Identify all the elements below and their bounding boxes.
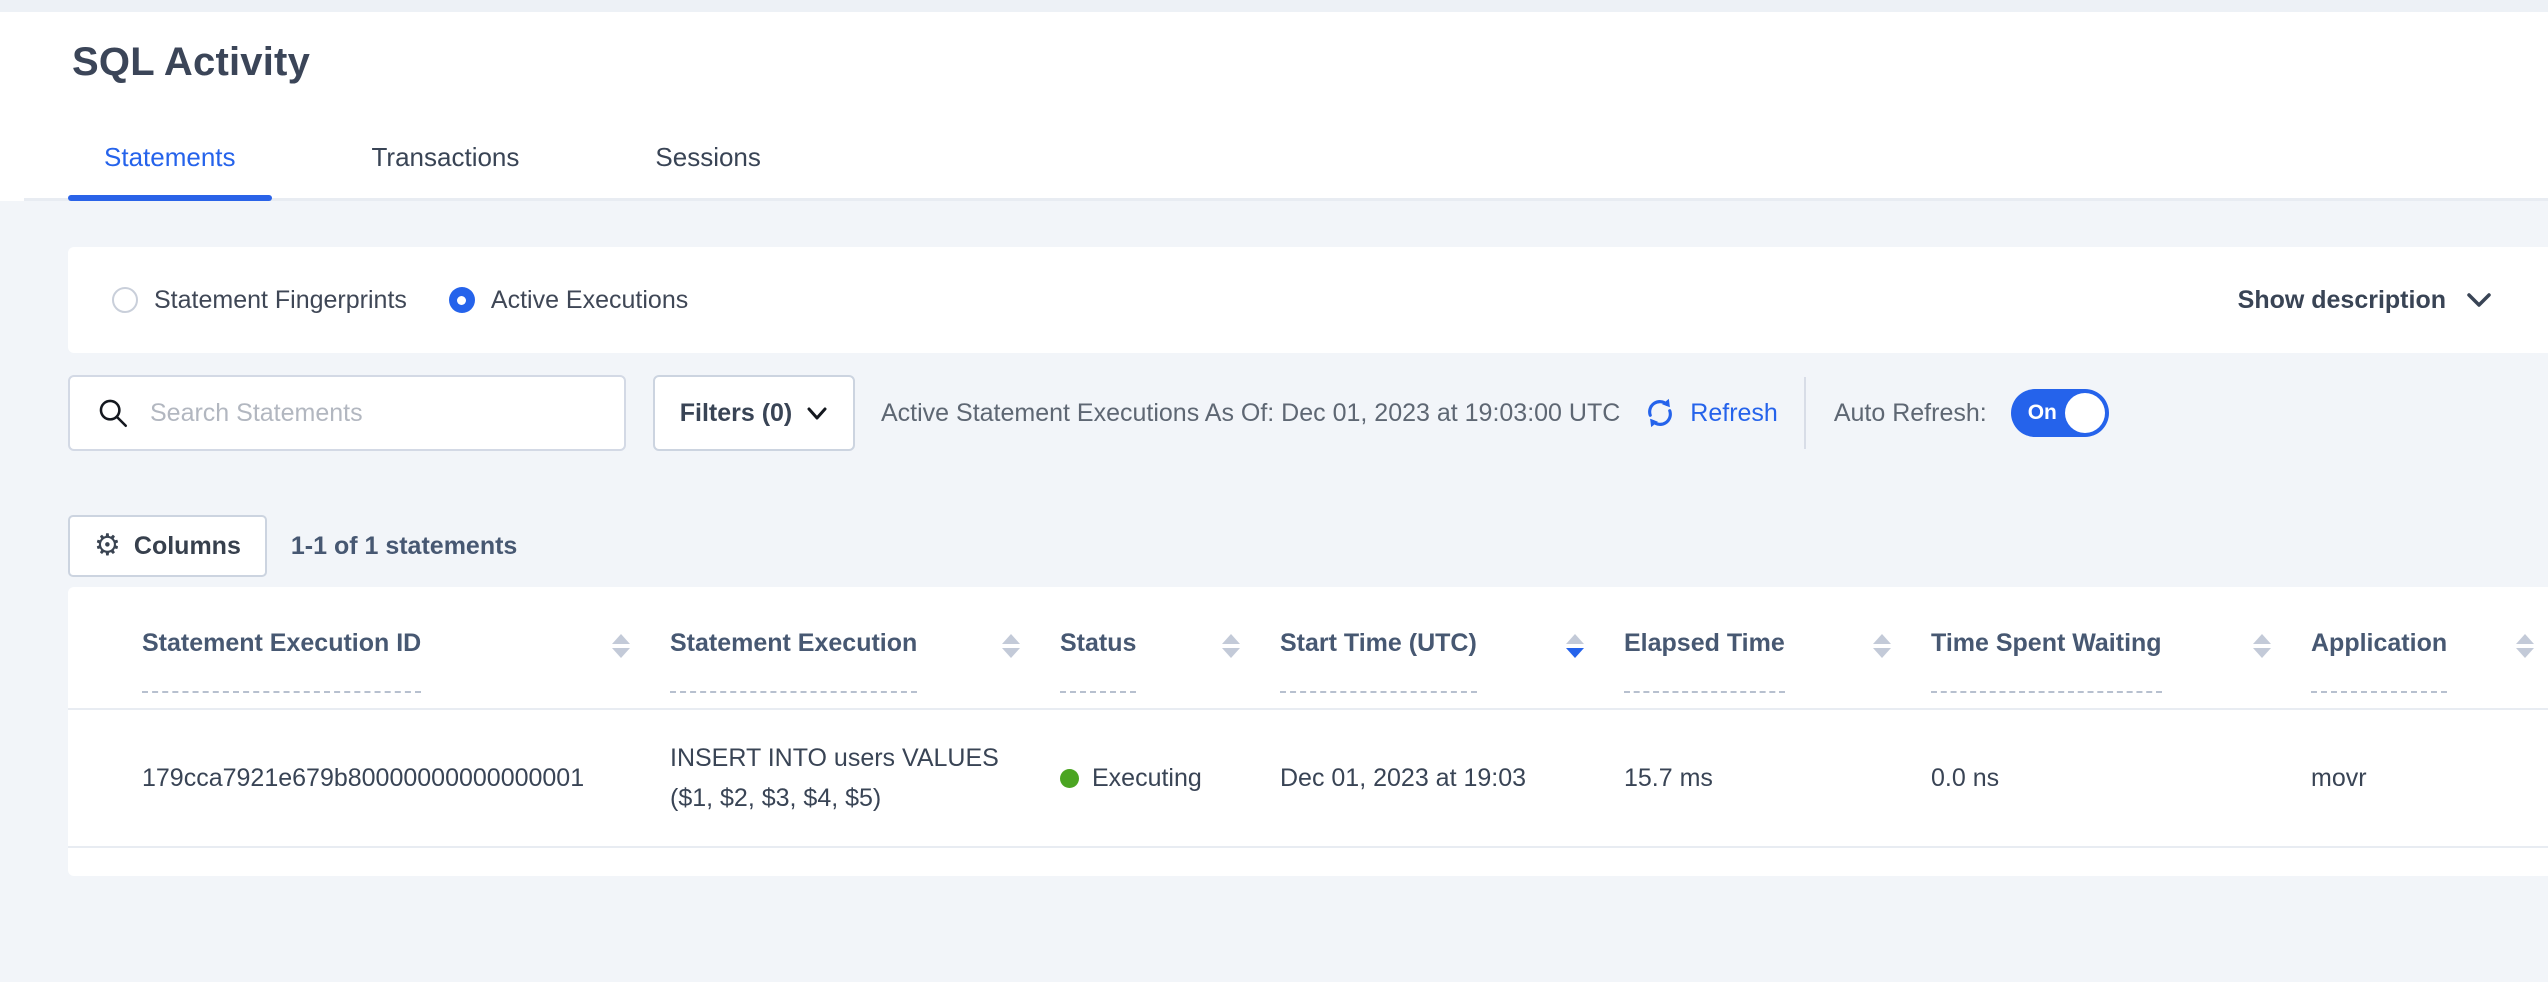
radio-label: Statement Fingerprints bbox=[154, 286, 407, 315]
view-mode-card: Statement Fingerprints Active Executions… bbox=[68, 247, 2548, 353]
filters-label: Filters (0) bbox=[680, 399, 793, 428]
radio-selected-icon bbox=[449, 287, 475, 313]
radio-active-executions[interactable]: Active Executions bbox=[449, 286, 688, 315]
columns-button[interactable]: ⚙ Columns bbox=[68, 515, 267, 577]
chevron-down-icon bbox=[806, 406, 828, 421]
sort-arrows-icon bbox=[1002, 634, 1020, 658]
sort-arrows-icon bbox=[1222, 634, 1240, 658]
column-header-application[interactable]: Application bbox=[2311, 627, 2548, 693]
cell-elapsed-time: 15.7 ms bbox=[1624, 758, 1931, 798]
table-row[interactable]: 179cca7921e679b80000000000000001 INSERT … bbox=[68, 710, 2548, 848]
table-header-row: Statement Execution ID Statement Executi… bbox=[68, 587, 2548, 710]
tab-statements[interactable]: Statements bbox=[68, 142, 272, 198]
radio-label: Active Executions bbox=[491, 286, 688, 315]
search-box bbox=[68, 375, 626, 451]
cell-start-time: Dec 01, 2023 at 19:03 bbox=[1280, 758, 1624, 798]
sql-activity-page: SQL Activity Statements Transactions Ses… bbox=[0, 0, 2548, 982]
controls-row: Filters (0) Active Statement Executions … bbox=[68, 373, 2548, 453]
cell-time-spent-waiting: 0.0 ns bbox=[1931, 758, 2311, 798]
column-header-start-time[interactable]: Start Time (UTC) bbox=[1280, 627, 1624, 693]
page-title: SQL Activity bbox=[72, 42, 2548, 82]
search-icon bbox=[96, 396, 130, 430]
column-header-elapsed-time[interactable]: Elapsed Time bbox=[1624, 627, 1931, 693]
sort-arrows-icon-descending bbox=[1566, 634, 1584, 658]
show-description-toggle[interactable]: Show description bbox=[2238, 286, 2492, 315]
page-header: SQL Activity Statements Transactions Ses… bbox=[0, 12, 2548, 201]
column-header-statement-execution-id[interactable]: Statement Execution ID bbox=[68, 627, 670, 693]
result-count: 1-1 of 1 statements bbox=[291, 532, 517, 561]
cell-statement: INSERT INTO users VALUES ($1, $2, $3, $4… bbox=[670, 738, 1060, 818]
status-label: Executing bbox=[1092, 758, 1202, 798]
refresh-icon bbox=[1642, 395, 1678, 431]
cell-application: movr bbox=[2311, 758, 2548, 798]
toggle-knob bbox=[2065, 393, 2105, 433]
sort-arrows-icon bbox=[612, 634, 630, 658]
as-of-timestamp: Active Statement Executions As Of: Dec 0… bbox=[881, 399, 1620, 428]
refresh-button[interactable]: Refresh bbox=[1642, 395, 1778, 431]
sort-arrows-icon bbox=[1873, 634, 1891, 658]
column-header-time-spent-waiting[interactable]: Time Spent Waiting bbox=[1931, 627, 2311, 693]
sort-arrows-icon bbox=[2253, 634, 2271, 658]
column-header-statement-execution[interactable]: Statement Execution bbox=[670, 627, 1060, 693]
chevron-down-icon bbox=[2466, 291, 2492, 309]
tab-bar: Statements Transactions Sessions bbox=[24, 142, 2548, 201]
refresh-label: Refresh bbox=[1690, 399, 1778, 428]
window-top-strip bbox=[0, 0, 2548, 12]
gear-icon: ⚙ bbox=[94, 531, 121, 561]
search-input[interactable] bbox=[150, 399, 624, 428]
radio-statement-fingerprints[interactable]: Statement Fingerprints bbox=[112, 286, 407, 315]
filters-button[interactable]: Filters (0) bbox=[653, 375, 855, 451]
auto-refresh-toggle[interactable]: On bbox=[2011, 389, 2109, 437]
page-body: Statement Fingerprints Active Executions… bbox=[0, 201, 2548, 982]
tab-transactions[interactable]: Transactions bbox=[336, 142, 556, 198]
cell-status: Executing bbox=[1060, 758, 1280, 798]
show-description-label: Show description bbox=[2238, 286, 2446, 315]
vertical-divider bbox=[1804, 377, 1806, 449]
tab-sessions[interactable]: Sessions bbox=[619, 142, 797, 198]
cell-execution-id: 179cca7921e679b80000000000000001 bbox=[68, 758, 670, 798]
statements-table: Statement Execution ID Statement Executi… bbox=[68, 587, 2548, 876]
table-toolbar: ⚙ Columns 1-1 of 1 statements bbox=[68, 515, 2548, 577]
status-executing-icon bbox=[1060, 769, 1079, 788]
sort-arrows-icon bbox=[2516, 634, 2534, 658]
column-header-status[interactable]: Status bbox=[1060, 627, 1280, 693]
toggle-state-label: On bbox=[2028, 401, 2057, 425]
columns-label: Columns bbox=[134, 532, 241, 561]
auto-refresh-label: Auto Refresh: bbox=[1834, 399, 1987, 428]
radio-unselected-icon bbox=[112, 287, 138, 313]
